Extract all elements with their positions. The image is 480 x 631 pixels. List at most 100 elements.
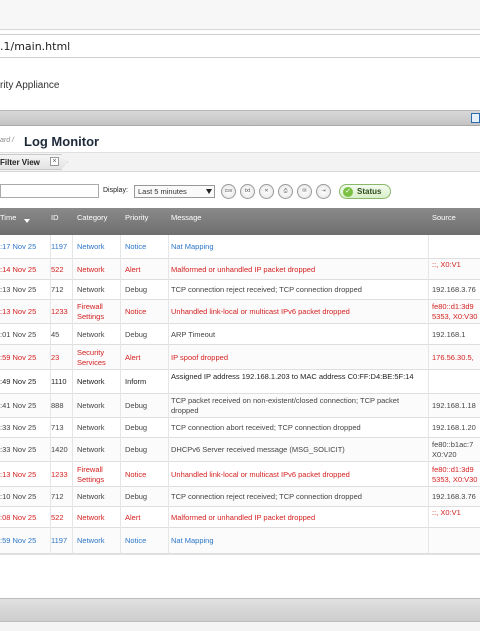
cell-message: Malformed or unhandled IP packet dropped bbox=[171, 264, 316, 274]
cell-priority: Debug bbox=[125, 329, 148, 339]
cell-id: 1420 bbox=[51, 445, 68, 454]
column-divider bbox=[120, 235, 121, 554]
print-icon[interactable]: ⎙ bbox=[278, 184, 293, 199]
cell-id: 522 bbox=[51, 264, 64, 274]
address-bar[interactable] bbox=[0, 34, 480, 58]
cell-message: DHCPv6 Server received message (MSG_SOLI… bbox=[171, 445, 345, 454]
app-name: rity Appliance bbox=[0, 80, 60, 91]
cell-source: ::, X0:V1 bbox=[432, 260, 461, 269]
cell-time: :49 Nov 25 bbox=[0, 377, 37, 386]
cell-source: 176.56.30.5, bbox=[432, 352, 474, 362]
page-title: Log Monitor bbox=[24, 134, 100, 149]
main-menu-bar bbox=[0, 110, 480, 126]
cell-message: IP spoof dropped bbox=[171, 352, 228, 362]
cell-source: 192.168.1.20 bbox=[432, 423, 476, 432]
column-header-id[interactable]: ID bbox=[51, 213, 59, 222]
cell-priority: Alert bbox=[125, 352, 141, 362]
cell-source: 192.168.1.18 bbox=[432, 401, 476, 410]
display-label: Display: bbox=[103, 187, 128, 194]
cell-id: 522 bbox=[51, 512, 64, 522]
cell-category: Network bbox=[77, 377, 105, 386]
cell-source: ::, X0:V1 bbox=[432, 508, 461, 517]
cell-message: Nat Mapping bbox=[171, 242, 214, 251]
cell-category: Network bbox=[77, 264, 105, 274]
display-select[interactable]: Last 5 minutes bbox=[134, 185, 215, 198]
status-button-label: Status bbox=[357, 187, 382, 196]
column-divider bbox=[168, 235, 169, 554]
search-input[interactable] bbox=[0, 184, 99, 198]
cell-message: TCP connection reject received; TCP conn… bbox=[171, 492, 362, 501]
cell-category: Network bbox=[77, 329, 105, 339]
column-divider bbox=[50, 235, 51, 554]
cell-source: 192.168.3.76 bbox=[432, 285, 476, 294]
sort-desc-icon[interactable] bbox=[24, 219, 30, 223]
cell-time: :13 Nov 25 bbox=[0, 469, 37, 479]
cell-id: 1197 bbox=[51, 536, 68, 545]
address-bar-url[interactable]: .1/main.html bbox=[0, 40, 70, 53]
cell-time: :17 Nov 25 bbox=[0, 242, 37, 251]
export-log-icon[interactable]: ⇥ bbox=[316, 184, 331, 199]
cell-time: :10 Nov 25 bbox=[0, 492, 37, 501]
cell-category: Security Services bbox=[77, 347, 106, 367]
cell-id: 713 bbox=[51, 423, 64, 432]
breadcrumb[interactable]: ard / bbox=[0, 137, 14, 144]
cell-id: 23 bbox=[51, 352, 60, 362]
cell-priority: Notice bbox=[125, 242, 147, 251]
column-header-source[interactable]: Source bbox=[432, 213, 456, 222]
cell-category: Network bbox=[77, 242, 105, 251]
cell-time: :13 Nov 25 bbox=[0, 307, 37, 316]
column-header-message[interactable]: Message bbox=[171, 213, 201, 222]
column-header-time[interactable]: Time bbox=[0, 213, 16, 222]
window-bottom-edge bbox=[0, 622, 480, 631]
cell-message: ARP Timeout bbox=[171, 329, 216, 339]
cell-priority: Debug bbox=[125, 492, 148, 501]
cell-id: 888 bbox=[51, 401, 64, 410]
column-header-priority[interactable]: Priority bbox=[125, 213, 148, 222]
tab-filter-view-label[interactable]: Filter View bbox=[0, 158, 40, 167]
cell-priority: Debug bbox=[125, 423, 148, 432]
email-log-icon[interactable]: ✉ bbox=[297, 184, 312, 199]
cell-message: Unhandled link-local or multicast IPv6 p… bbox=[171, 469, 350, 479]
cell-category: Firewall Settings bbox=[77, 464, 105, 484]
window-icon[interactable] bbox=[471, 113, 480, 123]
cell-id: 712 bbox=[51, 285, 64, 294]
check-icon: ✓ bbox=[343, 187, 353, 197]
cell-id: 1233 bbox=[51, 469, 68, 479]
cell-priority: Notice bbox=[125, 536, 147, 545]
cell-time: :08 Nov 25 bbox=[0, 512, 37, 522]
cell-category: Network bbox=[77, 536, 105, 545]
table-footer bbox=[0, 554, 480, 598]
cell-source: 192.168.3.76 bbox=[432, 492, 476, 501]
cell-time: :13 Nov 25 bbox=[0, 285, 37, 294]
clear-log-icon[interactable]: ✕ bbox=[259, 184, 274, 199]
cell-id: 1233 bbox=[51, 307, 68, 316]
cell-category: Network bbox=[77, 445, 105, 454]
browser-top-area bbox=[0, 0, 480, 30]
column-header-category[interactable]: Category bbox=[77, 213, 107, 222]
tab-close-icon[interactable]: × bbox=[50, 157, 59, 166]
cell-time: :01 Nov 25 bbox=[0, 329, 37, 339]
cell-id: 1110 bbox=[51, 377, 67, 386]
status-button[interactable]: ✓ Status bbox=[339, 184, 391, 199]
cell-priority: Debug bbox=[125, 285, 148, 294]
csv-export-icon[interactable]: csv bbox=[221, 184, 236, 199]
cell-source: 192.168.1 bbox=[432, 329, 466, 339]
cell-message: Malformed or unhandled IP packet dropped bbox=[171, 512, 316, 522]
cell-message: TCP connection reject received; TCP conn… bbox=[171, 285, 362, 294]
cell-category: Network bbox=[77, 401, 105, 410]
cell-id: 1197 bbox=[51, 242, 68, 251]
log-table-header bbox=[0, 208, 480, 235]
cell-priority: Debug bbox=[125, 401, 148, 410]
cell-time: :59 Nov 25 bbox=[0, 352, 37, 362]
txt-export-icon[interactable]: txt bbox=[240, 184, 255, 199]
column-divider bbox=[428, 235, 429, 554]
cell-time: :33 Nov 25 bbox=[0, 423, 37, 432]
display-select-value: Last 5 minutes bbox=[138, 187, 187, 196]
column-divider bbox=[72, 235, 73, 554]
cell-source: fe80::d1:3d9 5353, X0:V30 bbox=[432, 302, 478, 321]
cell-category: Network bbox=[77, 423, 105, 432]
cell-message: TCP connection abort received; TCP conne… bbox=[171, 423, 361, 432]
tab-bar bbox=[0, 153, 480, 172]
app-header bbox=[0, 62, 480, 110]
cell-priority: Notice bbox=[125, 469, 147, 479]
